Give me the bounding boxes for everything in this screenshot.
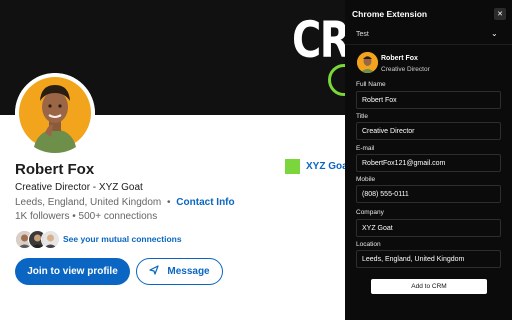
- full-name-field[interactable]: Robert Fox: [356, 91, 501, 109]
- mobile-field[interactable]: (808) 555-0111: [356, 185, 501, 203]
- mutual-avatars: [15, 229, 61, 249]
- profile-avatar: [15, 73, 95, 153]
- location-label: Location: [356, 241, 381, 248]
- profile-location: Leeds, England, United Kingdom: [15, 197, 162, 208]
- company-logo: [285, 159, 300, 174]
- extension-profile-name: Robert Fox: [381, 55, 418, 62]
- extension-title: Chrome Extension: [352, 9, 428, 19]
- profile-name: Robert Fox: [15, 161, 95, 178]
- add-to-crm-button[interactable]: Add to CRM: [371, 279, 487, 294]
- email-field[interactable]: RobertFox121@gmail.com: [356, 154, 501, 172]
- message-button-label: Message: [167, 266, 210, 277]
- mutual-avatar: [41, 230, 60, 249]
- full-name-label: Full Name: [356, 81, 386, 88]
- join-to-view-button[interactable]: Join to view profile: [15, 258, 130, 285]
- contact-info-link[interactable]: Contact Info: [176, 197, 234, 208]
- mutual-connections[interactable]: See your mutual connections: [15, 229, 182, 249]
- company-label: Company: [356, 209, 384, 216]
- extension-profile-title: Creative Director: [381, 66, 430, 73]
- title-label: Title: [356, 113, 369, 120]
- list-select-value[interactable]: Test: [356, 31, 369, 38]
- location-row: Leeds, England, United Kingdom • Contact…: [15, 197, 235, 208]
- profile-headline: Creative Director - XYZ Goat: [15, 182, 143, 193]
- chevron-down-icon[interactable]: ⌄: [491, 29, 498, 38]
- close-icon[interactable]: ✕: [494, 8, 506, 20]
- company-field[interactable]: XYZ Goat: [356, 219, 501, 237]
- location-field[interactable]: Leeds, England, United Kingdom: [356, 250, 501, 268]
- extension-avatar: [357, 52, 378, 73]
- mobile-label: Mobile: [356, 176, 376, 183]
- divider: [345, 44, 512, 45]
- current-company[interactable]: XYZ Goat: [285, 159, 351, 174]
- mutual-connections-link[interactable]: See your mutual connections: [63, 234, 182, 244]
- title-field[interactable]: Creative Director: [356, 122, 501, 140]
- email-label: E-mail: [356, 145, 375, 152]
- followers-count: 1K followers • 500+ connections: [15, 211, 158, 222]
- message-button[interactable]: Message: [136, 258, 223, 285]
- send-icon: [149, 265, 159, 278]
- extension-panel: Chrome Extension ✕ Test ⌄ Robert Fox Cre…: [345, 0, 512, 320]
- location-separator: •: [167, 197, 171, 208]
